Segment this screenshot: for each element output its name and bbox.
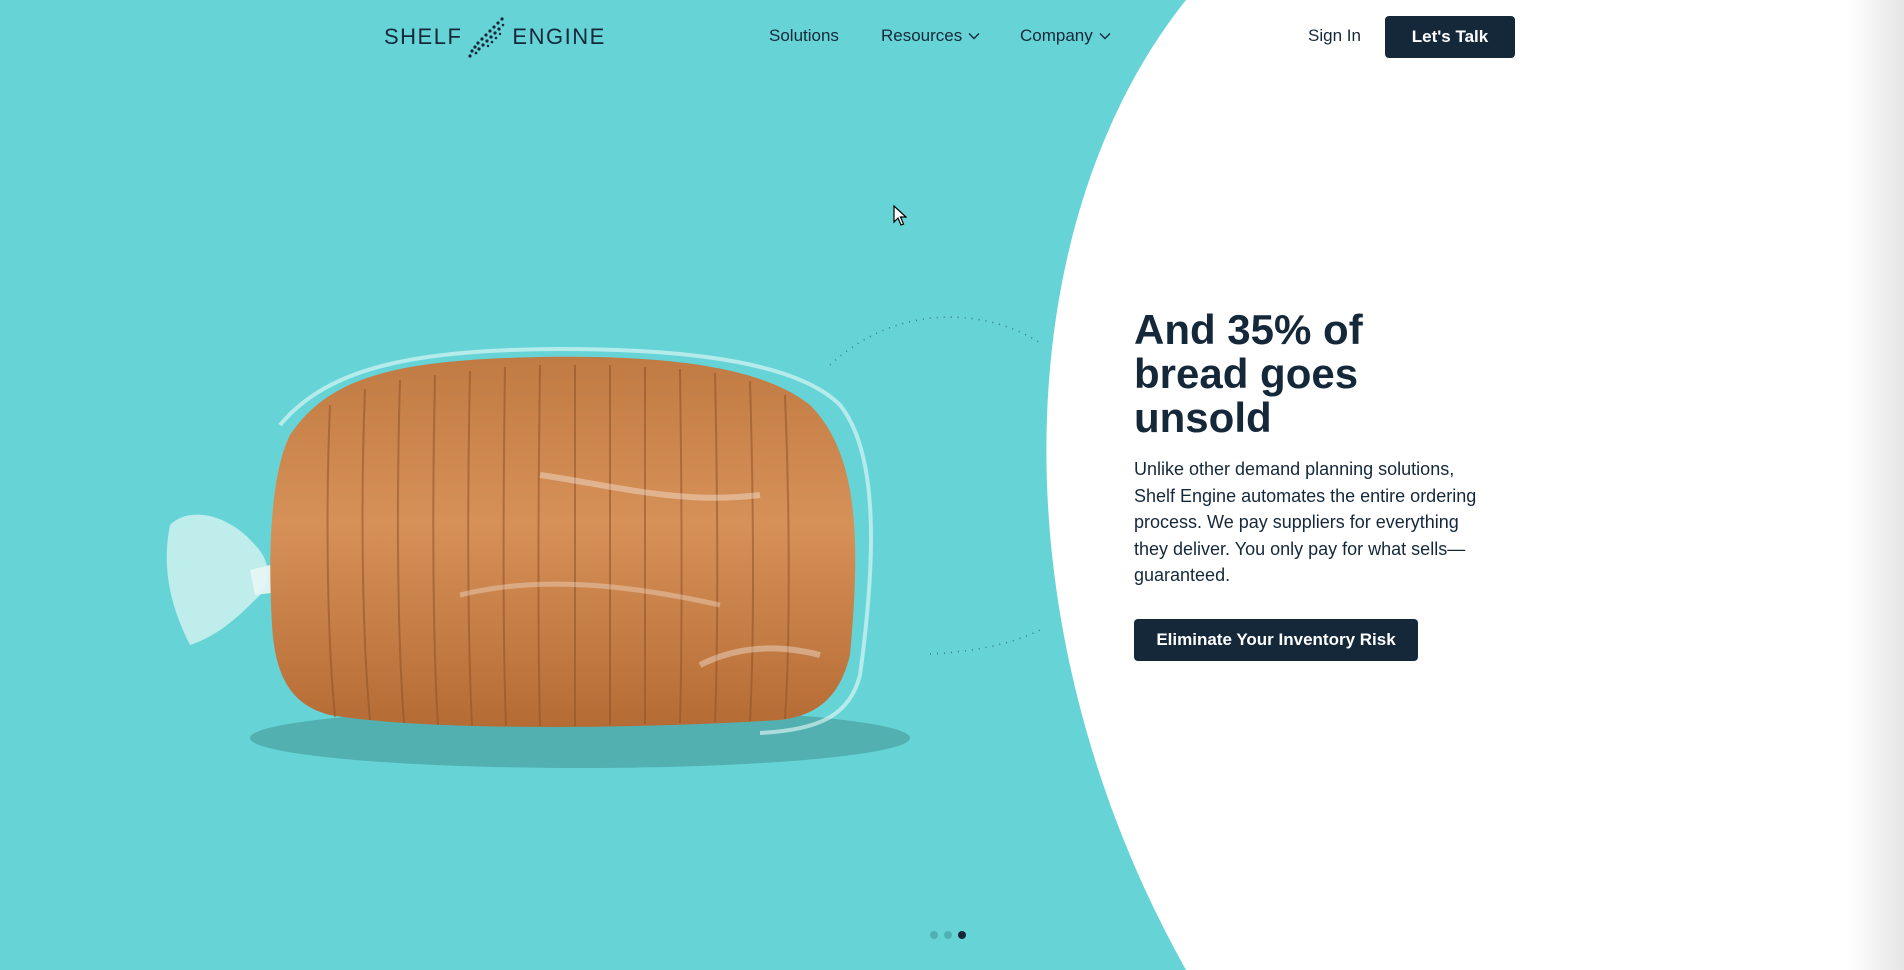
nav-company[interactable]: Company <box>1020 26 1111 46</box>
carousel-dot-3[interactable] <box>958 931 966 939</box>
eliminate-inventory-risk-button[interactable]: Eliminate Your Inventory Risk <box>1134 619 1418 661</box>
nav-solutions-label: Solutions <box>769 26 839 45</box>
carousel-dot-1[interactable] <box>930 931 938 939</box>
nav-solutions[interactable]: Solutions <box>769 26 839 46</box>
chevron-down-icon <box>1099 33 1111 40</box>
sign-in-link[interactable]: Sign In <box>1308 26 1361 46</box>
logo-word-engine: ENGINE <box>512 24 606 49</box>
bread-loaf-image <box>166 346 910 768</box>
chevron-down-icon <box>968 33 980 40</box>
logo-mark-icon <box>468 17 505 58</box>
nav-company-label: Company <box>1020 26 1093 45</box>
shelf-engine-logo[interactable]: SHELF ENGINE <box>384 14 606 60</box>
page-edge-shadow <box>1848 0 1904 970</box>
hero-description: Unlike other demand planning solutions, … <box>1134 459 1477 585</box>
nav-resources-label: Resources <box>881 26 963 45</box>
lets-talk-button[interactable]: Let's Talk <box>1385 16 1515 58</box>
nav-resources[interactable]: Resources <box>881 26 980 46</box>
mouse-cursor-icon <box>893 205 907 226</box>
carousel-dot-2[interactable] <box>944 931 952 939</box>
hero-headline: And 35% of bread goes unsold <box>1134 306 1363 441</box>
logo-word-shelf: SHELF <box>384 24 463 49</box>
hero-section: SHELF ENGINE Solutions Resources Company <box>0 0 1904 970</box>
carousel-indicators <box>930 931 966 939</box>
